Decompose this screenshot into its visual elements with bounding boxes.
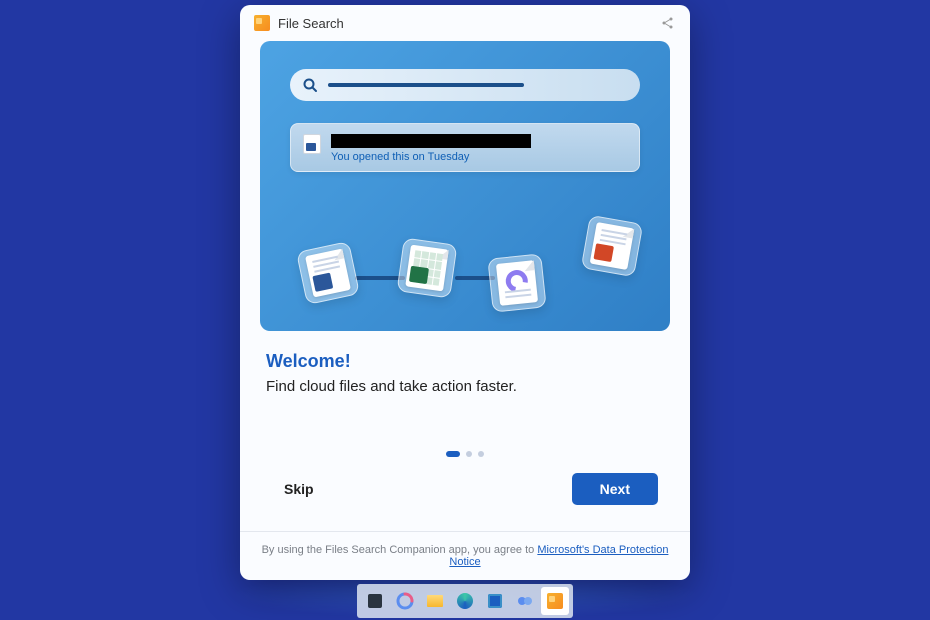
share-icon[interactable] bbox=[660, 15, 676, 31]
hero-result-card: You opened this on Tuesday bbox=[290, 123, 640, 172]
pagination-dot[interactable] bbox=[478, 451, 484, 457]
opened-on-label: You opened this on Tuesday bbox=[331, 151, 627, 163]
taskbar-edge-icon[interactable] bbox=[451, 587, 479, 615]
hero-illustration: You opened this on Tuesday bbox=[260, 41, 670, 331]
hero-search-line bbox=[328, 83, 524, 87]
excel-file-tile bbox=[397, 238, 458, 299]
search-icon bbox=[302, 77, 318, 93]
welcome-heading: Welcome! bbox=[266, 351, 664, 372]
skip-button[interactable]: Skip bbox=[272, 473, 326, 505]
taskbar-copilot-icon[interactable] bbox=[391, 587, 419, 615]
word-file-tile bbox=[296, 241, 360, 305]
window-title: File Search bbox=[278, 16, 344, 31]
pagination-dot[interactable] bbox=[466, 451, 472, 457]
taskbar-explorer-icon[interactable] bbox=[421, 587, 449, 615]
hero-file-tiles bbox=[295, 221, 645, 311]
taskbar-store-icon[interactable] bbox=[481, 587, 509, 615]
footer-notice: By using the Files Search Companion app,… bbox=[240, 531, 690, 580]
welcome-subtitle: Find cloud files and take action faster. bbox=[266, 378, 664, 395]
powerpoint-file-tile bbox=[581, 215, 644, 278]
footer-text: By using the Files Search Companion app,… bbox=[262, 544, 538, 556]
hero-search-bar bbox=[290, 69, 640, 101]
taskbar bbox=[357, 584, 573, 618]
redacted-filename bbox=[331, 134, 531, 148]
hero-result-text: You opened this on Tuesday bbox=[331, 134, 627, 163]
loop-file-tile bbox=[487, 253, 546, 312]
titlebar: File Search bbox=[240, 5, 690, 41]
button-row: Skip Next bbox=[266, 473, 664, 521]
next-button[interactable]: Next bbox=[572, 473, 658, 505]
taskbar-app-icon[interactable] bbox=[361, 587, 389, 615]
app-icon bbox=[254, 15, 270, 31]
pagination-dot[interactable] bbox=[446, 451, 460, 457]
file-search-window: File Search You opened this on Tuesday bbox=[240, 5, 690, 580]
taskbar-app-icon[interactable] bbox=[511, 587, 539, 615]
word-doc-icon bbox=[303, 134, 321, 154]
pagination-dots bbox=[266, 451, 664, 457]
taskbar-file-search-icon[interactable] bbox=[541, 587, 569, 615]
content-area: Welcome! Find cloud files and take actio… bbox=[240, 331, 690, 531]
